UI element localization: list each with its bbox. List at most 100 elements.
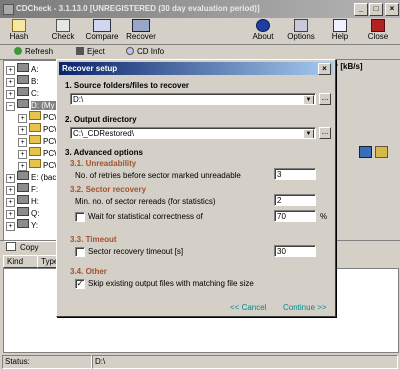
expand-icon[interactable]: +: [6, 222, 15, 231]
expand-icon[interactable]: +: [6, 174, 15, 183]
drive-tree[interactable]: + A: + B: + C: − D: (My D + PCW + PCW + PCW + PC…: [3, 60, 63, 242]
continue-button[interactable]: Continue >>: [283, 303, 327, 312]
timeout-label: 3.3. Timeout: [70, 235, 117, 244]
refresh-icon: [14, 47, 22, 55]
tree-item-e[interactable]: + E: (back: [6, 171, 60, 183]
cancel-button[interactable]: << Cancel: [230, 303, 266, 312]
wait-unit: %: [320, 212, 328, 221]
output-value: C:\_CDRestored\: [73, 129, 134, 138]
source-section-label: 1. Source folders/files to recover: [65, 81, 190, 90]
recover-label: Recover: [126, 32, 156, 41]
expand-icon[interactable]: +: [6, 198, 15, 207]
skip-checkbox[interactable]: ✓: [75, 279, 85, 289]
status-bar: Status: D:\: [0, 354, 400, 369]
timeout-field-label: Sector recovery timeout [s]: [88, 247, 184, 256]
drive-toolbar: Refresh Eject CD Info: [0, 44, 400, 60]
options-label: Options: [287, 32, 315, 41]
copy-icon: [6, 242, 16, 251]
expand-icon[interactable]: +: [18, 162, 27, 171]
chevron-down-icon[interactable]: ▼: [303, 129, 314, 138]
folder-icon: [29, 123, 41, 132]
dialog-close-button[interactable]: ×: [318, 63, 331, 75]
tree-item-d[interactable]: − D: (My D: [6, 99, 62, 111]
drive-icon: [17, 195, 29, 204]
wait-input[interactable]: 70: [274, 210, 316, 222]
help-button[interactable]: Help: [328, 18, 352, 42]
app-icon: [3, 4, 14, 15]
wait-label: Wait for statistical correctness of: [88, 212, 203, 221]
speed-header: r [kB/s]: [335, 62, 363, 71]
eject-button[interactable]: Eject: [76, 45, 105, 58]
options-icon: [294, 19, 308, 32]
refresh-label: Refresh: [25, 47, 54, 56]
chevron-down-icon[interactable]: ▼: [303, 95, 314, 104]
drive-icon: [17, 171, 29, 180]
expand-icon[interactable]: +: [6, 90, 15, 99]
options-button[interactable]: Options: [286, 18, 316, 42]
cd-info-button[interactable]: CD Info: [126, 45, 164, 58]
hash-label: Hash: [9, 32, 29, 41]
tree-item-label: Y:: [31, 221, 39, 230]
column-kind[interactable]: Kind: [3, 255, 38, 268]
expand-icon[interactable]: +: [6, 78, 15, 87]
maximize-button[interactable]: □: [369, 3, 383, 16]
drive-icon: [17, 207, 29, 216]
dialog-title-bar: Recover setup ×: [59, 62, 333, 75]
report-icon[interactable]: [359, 146, 372, 158]
tree-item-h[interactable]: + H:: [6, 195, 39, 207]
sector-recovery-label: 3.2. Sector recovery: [70, 185, 147, 194]
expand-icon[interactable]: +: [18, 126, 27, 135]
expand-icon[interactable]: +: [18, 138, 27, 147]
info-panel: r [kB/s]: [331, 60, 398, 240]
tree-item-label: B:: [31, 77, 39, 86]
output-browse-button[interactable]: ...: [319, 127, 331, 139]
status-path: D:\: [92, 355, 398, 369]
expand-icon[interactable]: +: [6, 186, 15, 195]
wait-checkbox[interactable]: [75, 212, 85, 222]
recover-icon: [132, 19, 150, 32]
source-browse-button[interactable]: ...: [319, 93, 331, 105]
about-button[interactable]: About: [250, 18, 276, 42]
copy-button[interactable]: Copy: [6, 242, 39, 254]
expand-icon[interactable]: +: [18, 150, 27, 159]
exit-button[interactable]: Close: [364, 18, 392, 42]
tree-item-b[interactable]: + B:: [6, 75, 39, 87]
tree-item-q[interactable]: + Q:: [6, 207, 40, 219]
recover-setup-dialog: Recover setup × 1. Source folders/files …: [56, 59, 336, 317]
source-combo[interactable]: D:\ ▼: [70, 93, 316, 105]
copy-label: Copy: [20, 243, 39, 252]
advanced-section-label: 3. Advanced options: [65, 148, 143, 157]
retries-label: No. of retries before sector marked unre…: [75, 171, 241, 180]
tree-item-y[interactable]: + Y:: [6, 219, 39, 231]
folder-icon: [29, 147, 41, 156]
expand-icon[interactable]: +: [6, 210, 15, 219]
collapse-icon[interactable]: −: [6, 102, 15, 111]
cd-info-icon: [126, 47, 134, 55]
hash-button[interactable]: Hash: [4, 18, 34, 42]
tree-item-label: Q:: [31, 209, 40, 218]
folder-icon: [29, 111, 41, 120]
save-report-icon[interactable]: [375, 146, 388, 158]
compare-button[interactable]: Compare: [84, 18, 120, 42]
output-combo[interactable]: C:\_CDRestored\ ▼: [70, 127, 316, 139]
tree-item-c[interactable]: + C:: [6, 87, 39, 99]
expand-icon[interactable]: +: [18, 114, 27, 123]
dialog-title: Recover setup: [62, 64, 118, 73]
tree-item-a[interactable]: + A:: [6, 63, 39, 75]
expand-icon[interactable]: +: [6, 66, 15, 75]
check-button[interactable]: Check: [48, 18, 78, 42]
skip-label: Skip existing output files with matching…: [88, 279, 254, 288]
status-label: Status:: [2, 355, 92, 369]
timeout-input[interactable]: 30: [274, 245, 316, 257]
retries-input[interactable]: 3: [274, 168, 316, 180]
tree-item-f[interactable]: + F:: [6, 183, 38, 195]
drive-icon: [17, 183, 29, 192]
timeout-checkbox[interactable]: [75, 247, 85, 257]
compare-icon: [93, 19, 111, 32]
close-window-button[interactable]: ×: [385, 3, 399, 16]
minimize-button[interactable]: _: [354, 3, 368, 16]
recover-button[interactable]: Recover: [124, 18, 158, 42]
eject-icon: [76, 47, 84, 55]
refresh-button[interactable]: Refresh: [14, 45, 53, 58]
rereads-input[interactable]: 2: [274, 194, 316, 206]
